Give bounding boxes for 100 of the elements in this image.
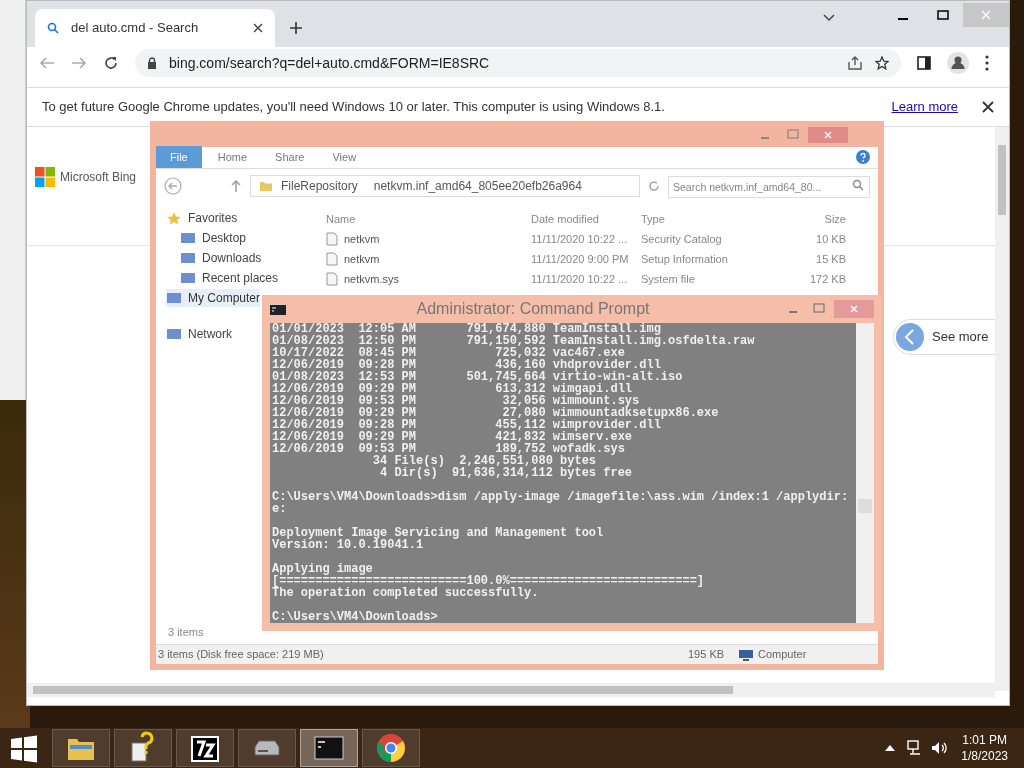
chrome-logo-icon [374, 731, 408, 765]
tab-title: del auto.cmd - Search [71, 19, 200, 38]
column-header[interactable]: Name [306, 210, 531, 228]
table-cell-text: 11/11/2020 10:22 ... [531, 271, 629, 287]
table-cell-text: Setup Information [641, 251, 729, 267]
taskbar-button[interactable] [176, 729, 234, 767]
item-count: 3 items [167, 625, 205, 640]
nav-item[interactable]: Downloads [166, 249, 262, 267]
table-cell-text: 172 KB [808, 271, 846, 287]
bing-logo-text: Microsoft Bing [60, 169, 137, 186]
star-icon[interactable] [875, 56, 889, 70]
chevron-down-icon[interactable] [823, 14, 835, 22]
close-icon[interactable] [982, 101, 994, 113]
chevron-left-icon [896, 321, 924, 353]
taskbar-button[interactable] [300, 729, 358, 767]
close-icon [824, 131, 832, 139]
console-line: 12/06/2019 09:53 PM 32,056 wimmount.sys [272, 395, 640, 407]
status-text: 195 KB [688, 647, 726, 663]
more-icon[interactable] [985, 55, 989, 71]
console-line: 12/06/2019 09:29 PM 27,080 wimmountadksetupx86.exe [272, 407, 720, 419]
infobar-message: To get future Google Chrome updates, you'll need Windows 10 or later. This computer is using Windows 8.1. [42, 98, 666, 117]
search-icon [852, 179, 864, 191]
refresh-icon[interactable] [648, 180, 660, 192]
vertical-scrollbar[interactable] [995, 127, 1009, 691]
console-line: C:\Users\VM4\Downloads>dism /apply-image /imagefile:\ass.wim /index:1 /applydir: [272, 491, 850, 503]
show-hidden-icons-icon[interactable] [885, 745, 896, 751]
close-icon[interactable] [253, 23, 263, 33]
nav-item[interactable]: Network [166, 325, 232, 343]
up-arrow-icon[interactable] [230, 179, 242, 193]
browser-tab[interactable]: del auto.cmd - Search [35, 9, 275, 47]
volume-icon[interactable] [931, 740, 948, 756]
file-name[interactable]: netkvm [344, 250, 380, 268]
vertical-scrollbar[interactable] [856, 323, 874, 623]
horizontal-scrollbar[interactable] [27, 683, 995, 697]
taskbar-button[interactable] [52, 729, 110, 767]
side-panel-icon[interactable] [917, 56, 931, 70]
console-line: C:\Users\VM4\Downloads> [272, 611, 439, 623]
ribbon-tab[interactable]: Share [263, 146, 317, 168]
minimize-icon [898, 18, 908, 20]
console-line: 10/17/2022 08:45 PM 725,032 vac467.exe [272, 347, 625, 359]
search-icon [47, 22, 59, 34]
see-more-button[interactable]: See more [893, 319, 997, 355]
console-line: 01/08/2023 12:50 PM 791,150,592 TeamInstall.img.osfdelta.raw [272, 335, 756, 347]
file-icon [326, 252, 338, 266]
column-header[interactable]: Type [641, 210, 776, 228]
star-icon [166, 211, 182, 225]
status-text: Computer [758, 647, 807, 663]
console-line: Deployment Image Servicing and Management tool [272, 527, 605, 539]
window-title: Administrator: Command Prompt [415, 299, 651, 319]
console-line: 12/06/2019 09:29 PM 613,312 wimgapi.dll [272, 383, 633, 395]
table-cell-text: 11/11/2020 9:00 PM [531, 251, 630, 267]
nav-item[interactable]: Desktop [166, 229, 247, 247]
console-line: 34 File(s) 2,246,551,080 bytes [371, 455, 597, 467]
lock-icon [147, 57, 157, 69]
console-line: 12/06/2019 09:28 PM 436,160 vhdprovider.dll [272, 359, 661, 371]
console-line: 12/06/2019 09:28 PM 455,112 wimprovider.dll [272, 419, 662, 431]
console-line: Version: 10.0.19041.1 [272, 539, 424, 551]
clock[interactable]: 1:01 PM 1/8/2023 [961, 732, 1008, 764]
url-text: bing.com/search?q=del+auto.cmd&FORM=IE8SRC [169, 53, 491, 73]
breadcrumb-item[interactable]: FileRepository [281, 177, 358, 195]
console-line: 01/01/2023 12:05 AM 791,674,880 TeamInstall.img [272, 323, 661, 335]
nav-item[interactable]: Recent places [166, 269, 279, 287]
file-name[interactable]: netkvm [344, 230, 380, 248]
table-cell-text: Security Catalog [641, 231, 723, 247]
console-line: 01/08/2023 12:53 PM 501,745,664 virtio-win-alt.iso [272, 371, 684, 383]
nav-item[interactable]: My Computer [166, 289, 261, 307]
column-header[interactable]: Size [776, 210, 846, 228]
ribbon-tab[interactable]: Home [205, 146, 260, 168]
reload-icon[interactable] [103, 55, 119, 71]
windows-logo-icon [35, 167, 55, 187]
taskbar-button[interactable] [362, 729, 420, 767]
breadcrumb-item[interactable]: netkvm.inf_amd64_805ee20efb26a964 [373, 177, 582, 195]
learn-more-link[interactable]: Learn more [891, 97, 958, 117]
profile-icon[interactable] [947, 52, 969, 74]
table-cell-text: 11/11/2020 10:22 ... [531, 231, 629, 247]
console-line: The operation completed successfully. [272, 587, 539, 599]
maximize-icon [937, 10, 949, 20]
path-bar[interactable]: FileRepository netkvm.inf_amd64_805ee20efb26a964 [250, 175, 640, 197]
column-header[interactable]: Date modified [531, 210, 641, 228]
file-icon [326, 232, 338, 246]
status-text: 3 items (Disk free space: 219 MB) [157, 647, 325, 663]
table-cell-text: 15 KB [815, 251, 846, 267]
console-line: Applying image [272, 563, 373, 575]
file-icon [326, 272, 338, 286]
help-icon[interactable] [856, 150, 870, 164]
taskbar-button[interactable] [114, 729, 172, 767]
computer-icon [738, 648, 754, 661]
new-tab-icon[interactable] [289, 21, 303, 35]
nav-item[interactable]: Favorites [166, 209, 238, 227]
console-line: 4 Dir(s) 91,636,314,112 bytes free [379, 467, 634, 479]
close-icon [850, 305, 858, 313]
file-name[interactable]: netkvm.sys [344, 270, 399, 288]
ribbon-tab[interactable]: View [320, 146, 369, 168]
table-cell-text: 10 KB [815, 231, 846, 247]
search-field[interactable]: Search netkvm.inf_amd64_80... [668, 176, 870, 198]
share-icon[interactable] [847, 56, 863, 70]
console-line: [==========================100.0%==========================] [272, 575, 706, 587]
address-bar[interactable]: bing.com/search?q=del+auto.cmd&FORM=IE8SRC [135, 49, 901, 77]
close-icon [981, 10, 991, 20]
console-line: e: [272, 503, 288, 515]
